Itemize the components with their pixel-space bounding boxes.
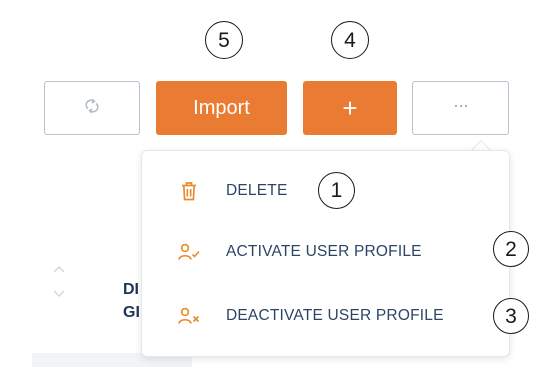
user-x-icon [178,305,200,327]
more-dots-icon: ··· [453,95,469,115]
more-actions-button[interactable]: ··· [412,81,509,135]
menu-item-activate-label: ACTIVATE USER PROFILE [226,243,422,260]
menu-item-deactivate-user-profile[interactable]: DEACTIVATE USER PROFILE [142,296,509,336]
sort-icon[interactable] [52,265,66,300]
refresh-icon [84,98,100,119]
callout-add: 4 [331,21,369,59]
user-check-icon [178,241,200,263]
import-button[interactable]: Import [156,81,287,135]
menu-item-deactivate-label: DEACTIVATE USER PROFILE [226,307,444,324]
refresh-button[interactable] [44,81,140,135]
import-button-label: Import [193,96,250,119]
menu-item-activate-user-profile[interactable]: ACTIVATE USER PROFILE [142,232,509,272]
add-button-label: + [342,93,358,123]
callout-import: 5 [205,21,243,59]
callout-delete: 1 [318,172,355,209]
trash-icon [178,180,200,202]
screenshot-stage: 5 4 Import + ··· DI GI DELETE ACTIVATE U… [0,0,546,388]
callout-activate: 2 [493,231,529,267]
add-button[interactable]: + [303,81,397,135]
callout-deactivate: 3 [493,298,529,334]
menu-item-delete-label: DELETE [226,182,288,199]
